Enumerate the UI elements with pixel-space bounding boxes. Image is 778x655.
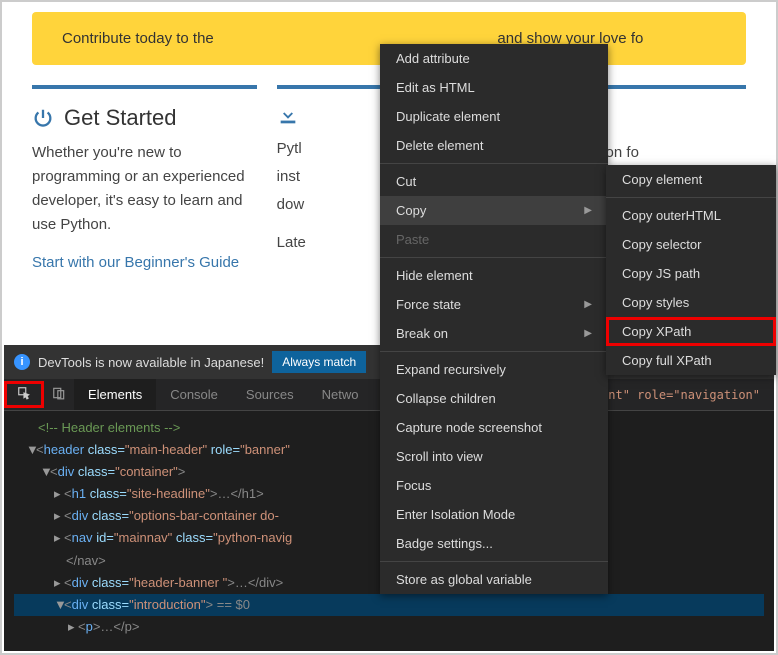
menu-store-global[interactable]: Store as global variable — [380, 565, 608, 594]
inspect-icon[interactable] — [9, 383, 39, 409]
chevron-right-icon: ▶ — [584, 299, 592, 310]
menu-collapse[interactable]: Collapse children — [380, 384, 608, 413]
download-icon — [277, 105, 299, 127]
power-icon — [32, 107, 54, 129]
tab-console[interactable]: Console — [156, 379, 232, 410]
menu-force-state[interactable]: Force state▶ — [380, 290, 608, 319]
submenu-copy-selector[interactable]: Copy selector — [606, 230, 776, 259]
menu-expand[interactable]: Expand recursively — [380, 355, 608, 384]
col-text-started: Whether you're new to programming or an … — [32, 141, 257, 237]
menu-add-attribute[interactable]: Add attribute — [380, 44, 608, 73]
col-get-started: Get Started Whether you're new to progra… — [32, 85, 257, 275]
inspect-highlight — [4, 381, 44, 408]
submenu-copy-xpath[interactable]: Copy XPath — [606, 317, 776, 346]
submenu-copy-styles[interactable]: Copy styles — [606, 288, 776, 317]
submenu-copy-outerhtml[interactable]: Copy outerHTML — [606, 201, 776, 230]
submenu-copy-full-xpath[interactable]: Copy full XPath — [606, 346, 776, 375]
menu-duplicate[interactable]: Duplicate element — [380, 102, 608, 131]
menu-scroll[interactable]: Scroll into view — [380, 442, 608, 471]
menu-cut[interactable]: Cut — [380, 167, 608, 196]
menu-focus[interactable]: Focus — [380, 471, 608, 500]
tab-sources[interactable]: Sources — [232, 379, 308, 410]
beginners-guide-link[interactable]: Start with our Beginner's Guide — [32, 254, 239, 271]
menu-hide[interactable]: Hide element — [380, 261, 608, 290]
menu-edit-html[interactable]: Edit as HTML — [380, 73, 608, 102]
device-icon[interactable] — [44, 380, 74, 409]
menu-copy[interactable]: Copy▶ — [380, 196, 608, 225]
col-title-started: Get Started — [64, 105, 177, 131]
menu-paste: Paste — [380, 225, 608, 254]
always-match-button[interactable]: Always match — [272, 351, 366, 373]
notice-text: DevTools is now available in Japanese! — [38, 355, 264, 370]
context-menu[interactable]: Add attribute Edit as HTML Duplicate ele… — [380, 44, 608, 594]
chevron-right-icon: ▶ — [584, 328, 592, 339]
info-icon: i — [14, 354, 30, 370]
menu-isolation[interactable]: Enter Isolation Mode — [380, 500, 608, 529]
code-comment: <!-- Header elements --> — [38, 420, 180, 435]
tab-elements[interactable]: Elements — [74, 379, 156, 410]
banner-text-left: Contribute today to the — [62, 30, 214, 47]
tab-network[interactable]: Netwo — [308, 379, 373, 410]
menu-delete[interactable]: Delete element — [380, 131, 608, 160]
menu-break-on[interactable]: Break on▶ — [380, 319, 608, 348]
chevron-right-icon: ▶ — [584, 205, 592, 216]
copy-submenu[interactable]: Copy element Copy outerHTML Copy selecto… — [606, 165, 776, 375]
menu-badge[interactable]: Badge settings... — [380, 529, 608, 558]
submenu-copy-element[interactable]: Copy element — [606, 165, 776, 194]
submenu-copy-jspath[interactable]: Copy JS path — [606, 259, 776, 288]
menu-screenshot[interactable]: Capture node screenshot — [380, 413, 608, 442]
